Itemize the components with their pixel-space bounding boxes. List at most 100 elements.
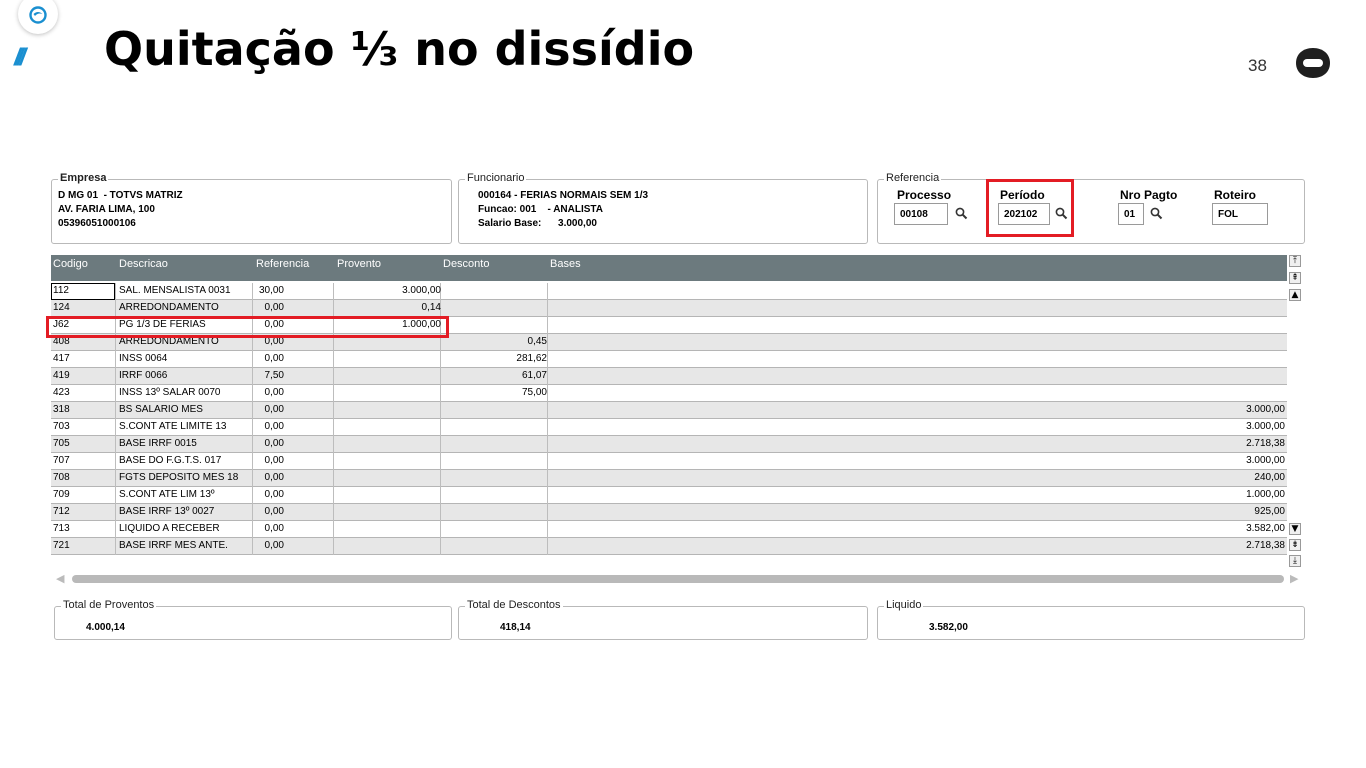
scroll-page-down-icon[interactable]: ⇟ xyxy=(1289,539,1301,551)
table-row[interactable]: 713 LIQUIDO A RECEBER 0,00 3.582,00 xyxy=(51,521,1287,538)
column-divider xyxy=(115,521,116,538)
column-divider xyxy=(333,504,334,521)
column-divider xyxy=(115,351,116,368)
cell-referencia: 7,50 xyxy=(264,370,284,381)
column-divider xyxy=(440,402,441,419)
processo-label: Processo xyxy=(897,188,952,202)
col-descricao[interactable]: Descricao xyxy=(119,258,168,270)
empresa-line2: AV. FARIA LIMA, 100 xyxy=(58,204,155,215)
table-row[interactable]: 707 BASE DO F.G.T.S. 017 0,00 3.000,00 xyxy=(51,453,1287,470)
column-divider xyxy=(252,300,253,317)
table-row[interactable]: 708 FGTS DEPOSITO MES 18 0,00 240,00 xyxy=(51,470,1287,487)
col-provento[interactable]: Provento xyxy=(337,258,381,270)
col-desconto[interactable]: Desconto xyxy=(443,258,489,270)
scroll-up-icon[interactable]: ▲ xyxy=(1289,289,1301,301)
column-divider xyxy=(333,521,334,538)
roteiro-input[interactable]: FOL xyxy=(1212,203,1268,225)
cell-codigo: 124 xyxy=(53,302,70,313)
column-divider xyxy=(115,283,116,300)
column-divider xyxy=(333,453,334,470)
horizontal-scrollbar[interactable]: ◀ ▶ xyxy=(54,572,1302,586)
table-row[interactable]: 417 INSS 0064 0,00 281,62 xyxy=(51,351,1287,368)
column-divider xyxy=(115,402,116,419)
scroll-page-up-icon[interactable]: ⇞ xyxy=(1289,272,1301,284)
funcionario-panel: Funcionario 000164 - FERIAS NORMAIS SEM … xyxy=(458,172,868,244)
table-row[interactable]: 705 BASE IRRF 0015 0,00 2.718,38 xyxy=(51,436,1287,453)
table-row[interactable]: 318 BS SALARIO MES 0,00 3.000,00 xyxy=(51,402,1287,419)
referencia-legend: Referencia xyxy=(884,172,942,184)
column-divider xyxy=(547,300,548,317)
scroll-top-icon[interactable]: ⤒ xyxy=(1289,255,1301,267)
vertical-scrollbar[interactable]: ⤒ ⇞ ▲ ▼ ⇟ ⤓ xyxy=(1289,255,1303,567)
col-codigo[interactable]: Codigo xyxy=(53,258,88,270)
cell-codigo: 721 xyxy=(53,540,70,551)
funcionario-line3: Salario Base: 3.000,00 xyxy=(478,218,597,229)
column-divider xyxy=(547,504,548,521)
cell-descricao: FGTS DEPOSITO MES 18 xyxy=(119,472,239,483)
table-row[interactable]: 124 ARREDONDAMENTO 0,00 0,14 xyxy=(51,300,1287,317)
table-row[interactable]: 709 S.CONT ATE LIM 13º 0,00 1.000,00 xyxy=(51,487,1287,504)
column-divider xyxy=(252,453,253,470)
scroll-thumb[interactable] xyxy=(72,575,1284,583)
totvs-brand-icon xyxy=(1296,48,1330,78)
column-divider xyxy=(333,538,334,555)
cell-desconto: 61,07 xyxy=(521,370,547,381)
column-divider xyxy=(547,436,548,453)
column-divider xyxy=(252,521,253,538)
total-descontos-value: 418,14 xyxy=(500,622,531,633)
page-number: 38 xyxy=(1248,56,1267,75)
column-divider xyxy=(252,436,253,453)
nro-pagto-label: Nro Pagto xyxy=(1120,188,1178,202)
col-referencia[interactable]: Referencia xyxy=(256,258,309,270)
cell-codigo: 112 xyxy=(53,285,69,296)
table-row[interactable]: 721 BASE IRRF MES ANTE. 0,00 2.718,38 xyxy=(51,538,1287,555)
column-divider xyxy=(547,453,548,470)
cell-bases: 240,00 xyxy=(1254,472,1285,483)
processo-input[interactable]: 00108 xyxy=(894,203,948,225)
column-divider xyxy=(252,368,253,385)
cell-codigo: 318 xyxy=(53,404,70,415)
table-row[interactable]: 712 BASE IRRF 13º 0027 0,00 925,00 xyxy=(51,504,1287,521)
cell-bases: 3.000,00 xyxy=(1246,421,1285,432)
table-row[interactable]: 419 IRRF 0066 7,50 61,07 xyxy=(51,368,1287,385)
cell-descricao: BASE IRRF MES ANTE. xyxy=(119,540,228,551)
col-bases[interactable]: Bases xyxy=(550,258,581,270)
cell-provento: 0,14 xyxy=(421,302,441,313)
column-divider xyxy=(115,504,116,521)
scroll-left-icon[interactable]: ◀ xyxy=(56,572,64,585)
table-row[interactable]: 423 INSS 13º SALAR 0070 0,00 75,00 xyxy=(51,385,1287,402)
cell-bases: 3.582,00 xyxy=(1246,523,1285,534)
scroll-down-icon[interactable]: ▼ xyxy=(1289,523,1301,535)
column-divider xyxy=(333,402,334,419)
nro-pagto-input[interactable]: 01 xyxy=(1118,203,1144,225)
cell-codigo: 709 xyxy=(53,489,70,500)
cell-descricao: INSS 13º SALAR 0070 xyxy=(119,387,221,398)
total-descontos-label: Total de Descontos xyxy=(465,599,563,611)
column-divider xyxy=(440,368,441,385)
column-divider xyxy=(547,283,548,300)
cell-codigo: 705 xyxy=(53,438,70,449)
cell-descricao: S.CONT ATE LIMITE 13 xyxy=(119,421,227,432)
empresa-panel: Empresa D MG 01 - TOTVS MATRIZ AV. FARIA… xyxy=(51,172,452,244)
search-icon[interactable] xyxy=(955,207,968,220)
column-divider xyxy=(547,419,548,436)
scroll-bottom-icon[interactable]: ⤓ xyxy=(1289,555,1301,567)
cell-referencia: 0,00 xyxy=(264,489,284,500)
column-divider xyxy=(547,538,548,555)
cell-descricao: IRRF 0066 xyxy=(119,370,168,381)
totvs-logo-icon xyxy=(18,0,58,34)
scroll-right-icon[interactable]: ▶ xyxy=(1290,572,1298,585)
cell-descricao: INSS 0064 xyxy=(119,353,168,364)
column-divider xyxy=(333,300,334,317)
cell-referencia: 30,00 xyxy=(258,285,284,296)
cell-referencia: 0,00 xyxy=(264,404,284,415)
empresa-line3: 05396051000106 xyxy=(58,218,136,229)
table-row[interactable]: 703 S.CONT ATE LIMITE 13 0,00 3.000,00 xyxy=(51,419,1287,436)
column-divider xyxy=(440,487,441,504)
column-divider xyxy=(252,351,253,368)
column-divider xyxy=(547,317,548,334)
table-row[interactable]: 112 SAL. MENSALISTA 0031 30,00 3.000,00 xyxy=(51,283,1287,300)
search-icon[interactable] xyxy=(1150,207,1163,220)
liquido-value: 3.582,00 xyxy=(929,622,968,633)
brand-slashes: /// xyxy=(14,44,26,71)
